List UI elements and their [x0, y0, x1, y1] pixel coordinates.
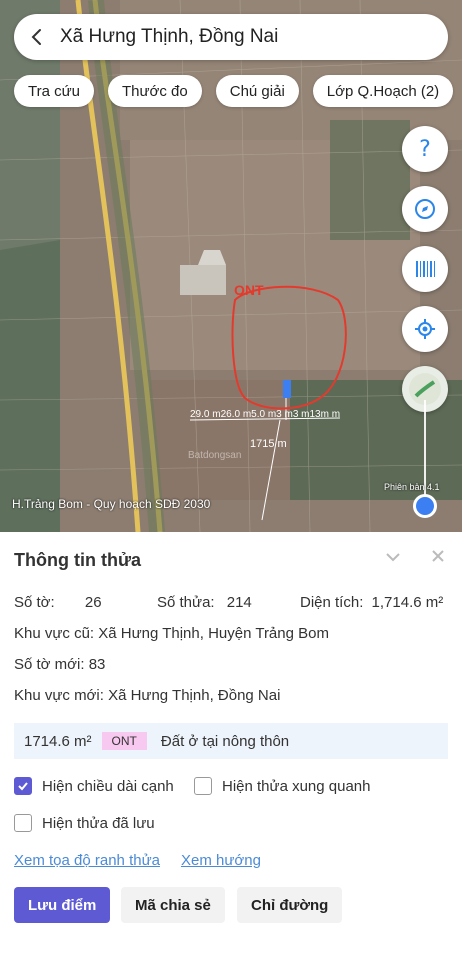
map-toolbar-chips: Tra cứu Thước đo Chú giải Lớp Q.Hoạch (2…: [14, 75, 454, 107]
help-button[interactable]: ?: [402, 126, 448, 172]
dien-tich-label: Diện tích:: [300, 594, 364, 611]
so-thua-label: Số thửa:: [157, 594, 215, 611]
ont-tag: ONT: [101, 732, 147, 750]
panel-title: Thông tin thửa: [14, 550, 142, 570]
show-neighbors-checkbox[interactable]: Hiện thửa xung quanh: [194, 777, 370, 795]
show-edge-length-checkbox[interactable]: Hiện chiều dài cạnh: [14, 777, 174, 795]
my-location-button[interactable]: [402, 306, 448, 352]
dien-tich-row: Diện tích: 1,714.6 m²: [300, 594, 443, 611]
land-use-type: Đất ở tại nông thôn: [160, 732, 290, 750]
so-to-row: Số tờ: 26: [14, 594, 102, 611]
so-to-moi-value: 83: [88, 656, 106, 673]
khu-vuc-cu-row: Khu vực cũ: Xã Hưng Thịnh, Huyện Trảng B…: [14, 625, 329, 642]
share-code-button[interactable]: Mã chia sẻ: [121, 887, 225, 923]
khu-vuc-cu-value: Xã Hưng Thịnh, Huyện Trảng Bom: [98, 625, 329, 642]
version-label: Phiên bản 4.1: [384, 482, 440, 492]
chip-thuoc-do[interactable]: Thước đo: [108, 75, 202, 107]
checkbox-empty-icon: [194, 777, 212, 795]
checkbox-empty-icon: [14, 814, 32, 832]
chevron-down-icon[interactable]: [384, 548, 402, 566]
ont-zone-label: ONT: [234, 282, 264, 298]
dien-tich-value: 1,714.6 m²: [371, 594, 444, 611]
crosshair-icon: [415, 319, 435, 339]
directions-button[interactable]: Chỉ đường: [237, 887, 343, 923]
so-to-moi-row: Số tờ mới: 83: [14, 656, 105, 673]
dimension-label-top: 29.0 m26.0 m5.0 m3 m3 m13m m: [190, 409, 341, 420]
so-to-label: Số tờ:: [14, 594, 55, 611]
show-edge-length-label: Hiện chiều dài cạnh: [42, 777, 174, 795]
dimension-label-mid: 1715 m: [250, 438, 287, 450]
search-bar[interactable]: Xã Hưng Thịnh, Đồng Nai: [14, 14, 448, 60]
map-view[interactable]: Xã Hưng Thịnh, Đồng Nai Tra cứu Thước đo…: [0, 0, 462, 532]
barcode-button[interactable]: [402, 246, 448, 292]
show-neighbors-label: Hiện thửa xung quanh: [222, 777, 371, 795]
watermark: Batdongsan: [188, 450, 242, 461]
opacity-slider-knob[interactable]: [413, 494, 437, 518]
khu-vuc-cu-label: Khu vực cũ:: [14, 625, 95, 642]
question-icon: ?: [419, 137, 431, 161]
show-saved-checkbox[interactable]: Hiện thửa đã lưu: [14, 814, 155, 832]
map-footer-label: H.Trảng Bom - Quy hoạch SDĐ 2030: [12, 497, 211, 511]
parcel-info-panel: Thông tin thửa Số tờ: 26 Số thửa: 214 Di…: [0, 532, 462, 960]
so-to-value: 26: [84, 594, 102, 611]
checkbox-checked-icon: [14, 777, 32, 795]
khu-vuc-moi-row: Khu vực mới: Xã Hưng Thịnh, Đồng Nai: [14, 687, 280, 704]
view-direction-link[interactable]: Xem hướng: [181, 852, 261, 869]
back-arrow-icon[interactable]: [14, 14, 60, 60]
barcode-icon: [416, 261, 435, 277]
close-icon[interactable]: [430, 548, 446, 564]
compass-icon: [415, 199, 435, 219]
so-thua-value: 214: [226, 594, 252, 611]
khu-vuc-moi-value: Xã Hưng Thịnh, Đồng Nai: [108, 687, 281, 704]
location-title: Xã Hưng Thịnh, Đồng Nai: [60, 26, 279, 47]
save-point-button[interactable]: Lưu điểm: [14, 887, 111, 923]
chip-lop-quy-hoach[interactable]: Lớp Q.Hoạch (2): [312, 75, 454, 107]
svg-text:?: ?: [419, 137, 431, 161]
area-value: 1714.6 m²: [24, 732, 92, 750]
so-thua-row: Số thửa: 214: [157, 594, 252, 611]
compass-button[interactable]: [402, 186, 448, 232]
view-coordinates-link[interactable]: Xem tọa độ ranh thửa: [14, 852, 160, 869]
so-to-moi-label: Số tờ mới:: [14, 656, 85, 673]
chip-tra-cuu[interactable]: Tra cứu: [14, 75, 94, 107]
land-use-bar: 1714.6 m² ONT Đất ở tại nông thôn: [14, 723, 448, 759]
khu-vuc-moi-label: Khu vực mới:: [14, 687, 104, 704]
show-saved-label: Hiện thửa đã lưu: [42, 814, 155, 832]
chip-chu-giai[interactable]: Chú giải: [215, 75, 299, 107]
